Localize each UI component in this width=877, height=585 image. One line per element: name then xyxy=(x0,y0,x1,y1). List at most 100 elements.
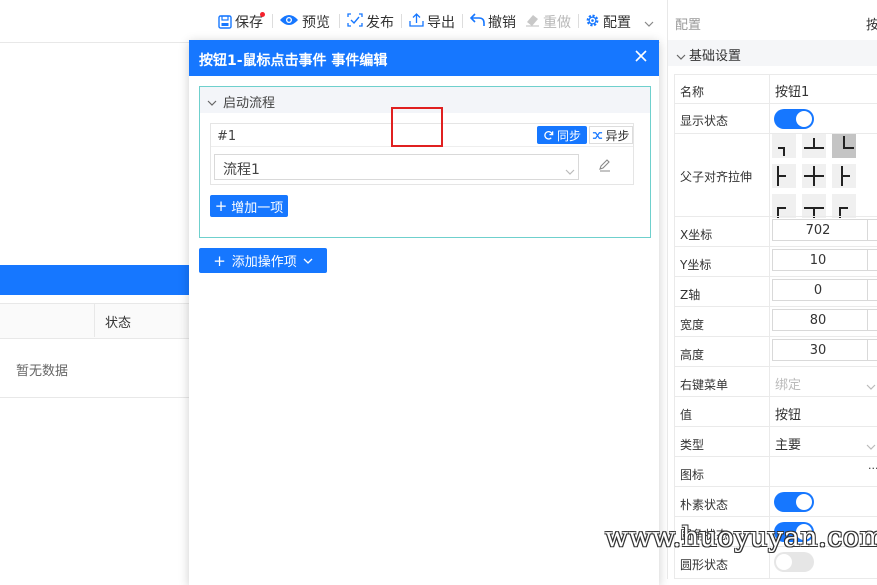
toolbar-more-dropdown[interactable] xyxy=(644,15,657,31)
type-value: 主要 xyxy=(775,438,802,453)
prop-label: 朴素状态 xyxy=(680,498,729,512)
align-cell-top-right[interactable] xyxy=(832,134,856,158)
height-cell: 30 xyxy=(769,337,877,366)
align-cell xyxy=(769,134,877,220)
prop-label: 类型 xyxy=(680,438,705,452)
prop-label: 图标 xyxy=(680,468,705,482)
panel-tab-button[interactable]: 按 xyxy=(866,14,877,33)
close-icon[interactable] xyxy=(634,49,648,67)
prop-label: 名称 xyxy=(680,85,705,99)
background-table-header-bar xyxy=(0,265,190,295)
x-cell: 702 xyxy=(769,217,877,246)
prop-label: 高度 xyxy=(680,348,705,362)
circle-toggle[interactable] xyxy=(774,552,814,572)
prop-label: 宽度 xyxy=(680,318,705,332)
prop-label: 值 xyxy=(680,408,693,422)
chevron-down-icon xyxy=(303,258,313,264)
basic-settings-title: 基础设置 xyxy=(689,49,742,64)
align-grid xyxy=(772,134,862,220)
save-button[interactable]: 保存 xyxy=(218,12,265,32)
visible-toggle[interactable] xyxy=(774,109,814,129)
prop-row-z: Z轴 0 xyxy=(674,276,877,307)
width-cell: 80 xyxy=(769,307,877,336)
x-stepper[interactable] xyxy=(868,219,877,241)
publish-label: 发布 xyxy=(366,15,394,31)
chevron-down-icon xyxy=(866,379,876,394)
icon-input[interactable]: ··· xyxy=(769,457,877,486)
gear-icon xyxy=(585,13,603,32)
plain-toggle[interactable] xyxy=(774,492,814,512)
align-cell-center[interactable] xyxy=(802,164,826,188)
shuffle-icon xyxy=(592,130,603,141)
undo-icon xyxy=(469,13,488,31)
start-flow-title: 启动流程 xyxy=(223,96,276,111)
align-cell-middle-left[interactable] xyxy=(772,164,796,188)
export-button[interactable]: 导出 xyxy=(409,12,455,32)
prop-label: X坐标 xyxy=(680,228,713,242)
prop-label: 父子对齐拉伸 xyxy=(680,170,753,184)
preview-label: 预览 xyxy=(302,15,330,31)
plus-icon: + xyxy=(213,251,226,270)
align-cell-bottom-center[interactable] xyxy=(802,194,826,220)
align-cell-top-left[interactable] xyxy=(772,134,796,158)
plain-cell xyxy=(769,487,877,516)
x-value: 702 xyxy=(805,223,831,238)
preview-button[interactable]: 预览 xyxy=(279,12,330,32)
redo-button[interactable]: 重做 xyxy=(525,12,571,32)
align-cell-middle-right[interactable] xyxy=(832,164,856,188)
async-label: 异步 xyxy=(605,128,630,143)
align-cell-bottom-right[interactable] xyxy=(832,194,856,220)
prop-row-icon: 图标 ··· xyxy=(674,456,877,487)
flow-select[interactable]: 流程1 xyxy=(214,154,579,180)
prop-row-context-menu: 右键菜单 绑定 xyxy=(674,366,877,397)
align-cell-top-center[interactable] xyxy=(802,134,826,158)
config-panel: 配置 按 基础设置 名称 按钮1 显示状态 父子对齐拉伸 X坐标 702 Y坐标… xyxy=(667,0,877,579)
toolbar-divider xyxy=(578,14,579,28)
eraser-icon xyxy=(525,13,543,31)
align-cell-bottom-left[interactable] xyxy=(772,194,796,220)
dialog-title: 按钮1-鼠标点击事件 事件编辑 xyxy=(199,53,388,69)
undo-label: 撤销 xyxy=(488,15,516,31)
add-item-button[interactable]: + 增加一项 xyxy=(210,195,288,217)
empty-state-text: 暂无数据 xyxy=(16,364,69,379)
publish-button[interactable]: 发布 xyxy=(347,12,394,32)
prop-label: 显示状态 xyxy=(680,114,729,128)
prop-row-align: 父子对齐拉伸 xyxy=(674,133,877,220)
sync-button[interactable]: 同步 xyxy=(537,126,587,144)
y-stepper[interactable] xyxy=(868,249,877,271)
prop-label: Y坐标 xyxy=(680,258,712,272)
context-menu-select[interactable]: 绑定 xyxy=(769,367,877,396)
toolbar: 保存 预览 发布 导出 撤销 重做 配置 xyxy=(0,0,660,43)
width-stepper[interactable] xyxy=(868,309,877,331)
z-cell: 0 xyxy=(769,277,877,306)
async-button[interactable]: 异步 xyxy=(589,126,633,144)
name-input[interactable]: 按钮1 xyxy=(769,75,877,103)
name-value: 按钮1 xyxy=(775,85,810,100)
chevron-down-icon xyxy=(866,439,876,454)
add-operation-button[interactable]: + 添加操作项 xyxy=(199,248,327,273)
context-menu-placeholder: 绑定 xyxy=(775,378,802,393)
unsaved-dot xyxy=(260,12,265,17)
y-cell: 10 xyxy=(769,247,877,276)
value-input[interactable]: 按钮 xyxy=(769,397,877,426)
edit-flow-button[interactable] xyxy=(583,154,627,180)
column-divider xyxy=(94,303,95,337)
z-stepper[interactable] xyxy=(868,279,877,301)
refresh-icon xyxy=(543,130,554,141)
panel-title: 配置 xyxy=(675,18,702,33)
height-stepper[interactable] xyxy=(868,339,877,361)
redo-label: 重做 xyxy=(543,15,571,31)
prop-row-plain: 朴素状态 xyxy=(674,486,877,517)
more-icon[interactable]: ··· xyxy=(868,462,877,475)
basic-settings-header[interactable]: 基础设置 xyxy=(668,40,877,66)
toolbar-divider xyxy=(401,14,402,28)
prop-row-name: 名称 按钮1 xyxy=(674,74,877,104)
pencil-icon xyxy=(597,157,613,177)
chevron-down-icon xyxy=(565,164,575,179)
config-button[interactable]: 配置 xyxy=(585,12,631,32)
type-select[interactable]: 主要 xyxy=(769,427,877,456)
width-value: 80 xyxy=(809,313,827,328)
prop-row-visible: 显示状态 xyxy=(674,103,877,134)
undo-button[interactable]: 撤销 xyxy=(469,12,516,32)
prop-row-x: X坐标 702 xyxy=(674,216,877,247)
